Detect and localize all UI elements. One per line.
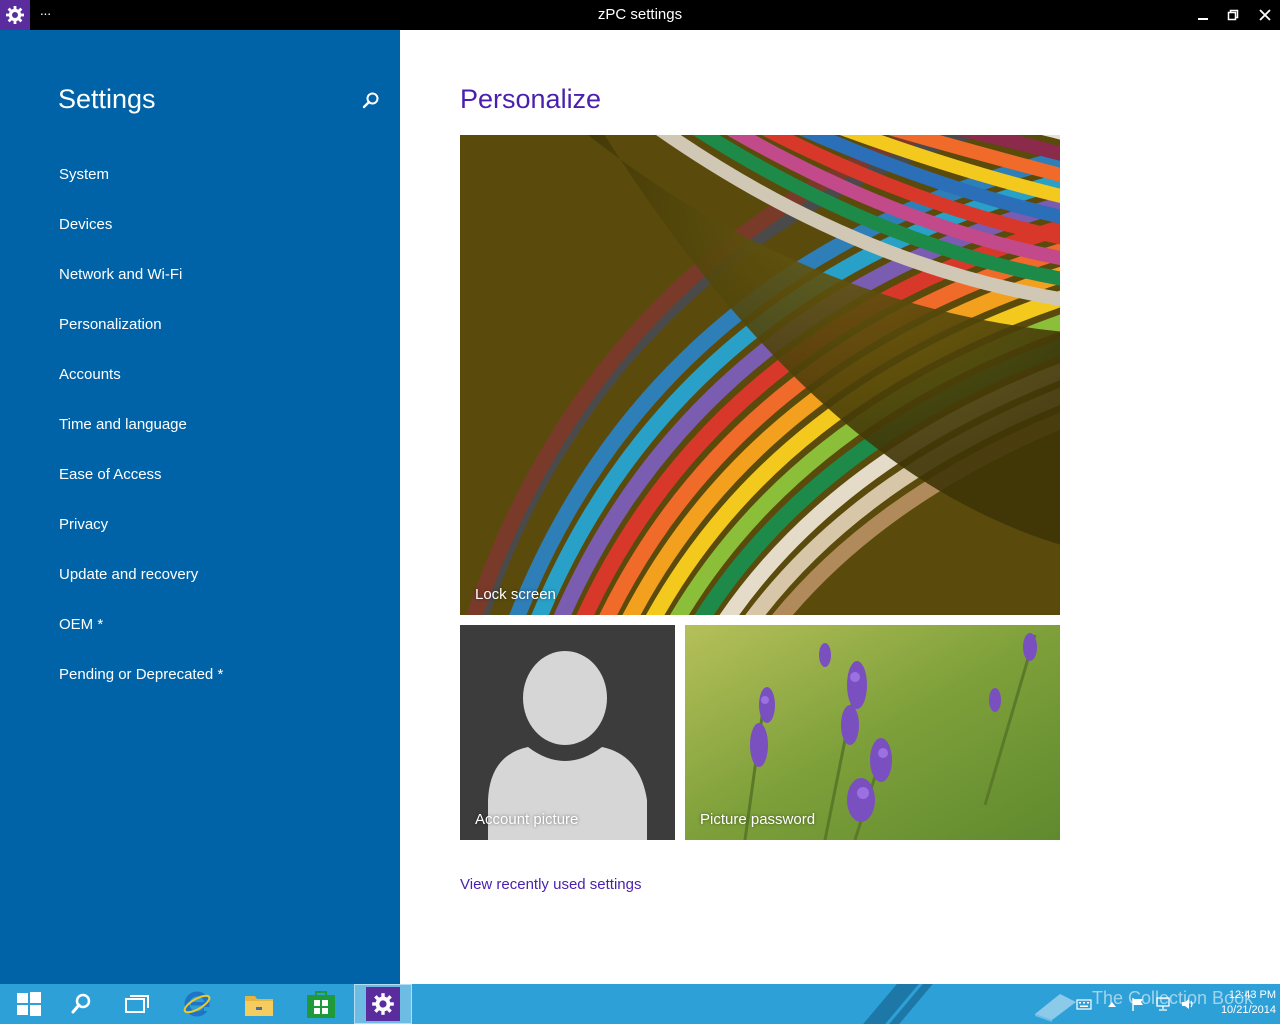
settings-gear-icon[interactable] bbox=[0, 0, 30, 30]
store-button[interactable] bbox=[292, 984, 350, 1024]
task-view-button[interactable] bbox=[108, 984, 166, 1024]
picture-password-label: Picture password bbox=[700, 811, 816, 828]
restore-icon[interactable] bbox=[1218, 0, 1248, 30]
sidebar-item-accounts[interactable]: Accounts bbox=[59, 358, 223, 408]
view-recent-settings-link[interactable]: View recently used settings bbox=[460, 876, 642, 893]
taskbar: The Collection Book 12:43 PM 10/21/2014 bbox=[0, 984, 1280, 1024]
sidebar-title: Settings bbox=[58, 84, 156, 114]
account-picture-label: Account picture bbox=[475, 811, 579, 828]
sidebar-item-update-recovery[interactable]: Update and recovery bbox=[59, 558, 223, 608]
sidebar-item-devices[interactable]: Devices bbox=[59, 208, 223, 258]
settings-gear-icon bbox=[366, 987, 400, 1021]
page-title: Personalize bbox=[460, 84, 602, 114]
keyboard-icon[interactable] bbox=[1076, 996, 1092, 1012]
lock-screen-label: Lock screen bbox=[475, 586, 556, 603]
network-icon[interactable] bbox=[1155, 996, 1171, 1012]
settings-taskbar-button[interactable] bbox=[354, 984, 412, 1024]
file-explorer-button[interactable] bbox=[230, 984, 288, 1024]
sidebar-item-network[interactable]: Network and Wi-Fi bbox=[59, 258, 223, 308]
book-watermark-icon bbox=[1035, 994, 1076, 1022]
show-hidden-icons-icon[interactable] bbox=[1104, 996, 1120, 1012]
sidebar-nav: System Devices Network and Wi-Fi Persona… bbox=[59, 158, 223, 708]
folder-icon bbox=[245, 996, 273, 1016]
sidebar-item-ease-of-access[interactable]: Ease of Access bbox=[59, 458, 223, 508]
sidebar-item-oem[interactable]: OEM * bbox=[59, 608, 223, 658]
sidebar-item-time-language[interactable]: Time and language bbox=[59, 408, 223, 458]
taskbar-search-button[interactable] bbox=[52, 984, 110, 1024]
account-picture-tile[interactable]: Account picture bbox=[460, 625, 675, 840]
more-options-button[interactable]: ··· bbox=[36, 2, 54, 26]
clock-time: 12:43 PM bbox=[1228, 989, 1276, 1001]
system-clock[interactable]: 12:43 PM 10/21/2014 bbox=[1200, 988, 1276, 1018]
settings-sidebar: Settings System Devices Network and Wi-F… bbox=[0, 30, 400, 984]
windows-logo-icon bbox=[17, 992, 41, 1016]
clock-date: 10/21/2014 bbox=[1220, 1004, 1276, 1016]
picture-password-tile[interactable]: Picture password bbox=[685, 625, 1060, 840]
search-icon bbox=[71, 993, 91, 1014]
volume-icon[interactable] bbox=[1180, 996, 1196, 1012]
start-button[interactable] bbox=[0, 984, 58, 1024]
window-title: zPC settings bbox=[597, 6, 683, 23]
sidebar-item-system[interactable]: System bbox=[59, 158, 223, 208]
title-bar: ··· zPC settings bbox=[0, 0, 1280, 30]
lavender-image bbox=[685, 625, 1060, 840]
internet-explorer-button[interactable] bbox=[168, 984, 226, 1024]
lock-screen-tile[interactable]: Lock screen bbox=[460, 135, 1060, 615]
internet-explorer-icon bbox=[183, 991, 211, 1017]
minimize-icon[interactable] bbox=[1188, 0, 1218, 30]
sidebar-item-personalization[interactable]: Personalization bbox=[59, 308, 223, 358]
close-icon[interactable] bbox=[1250, 0, 1280, 30]
action-center-flag-icon[interactable] bbox=[1130, 996, 1146, 1012]
user-avatar-icon bbox=[488, 651, 647, 840]
sidebar-item-pending-deprecated[interactable]: Pending or Deprecated * bbox=[59, 658, 223, 708]
store-icon bbox=[307, 991, 335, 1018]
search-icon[interactable] bbox=[360, 90, 382, 112]
lock-screen-image bbox=[460, 135, 1060, 615]
task-view-icon bbox=[125, 995, 149, 1013]
sidebar-item-privacy[interactable]: Privacy bbox=[59, 508, 223, 558]
